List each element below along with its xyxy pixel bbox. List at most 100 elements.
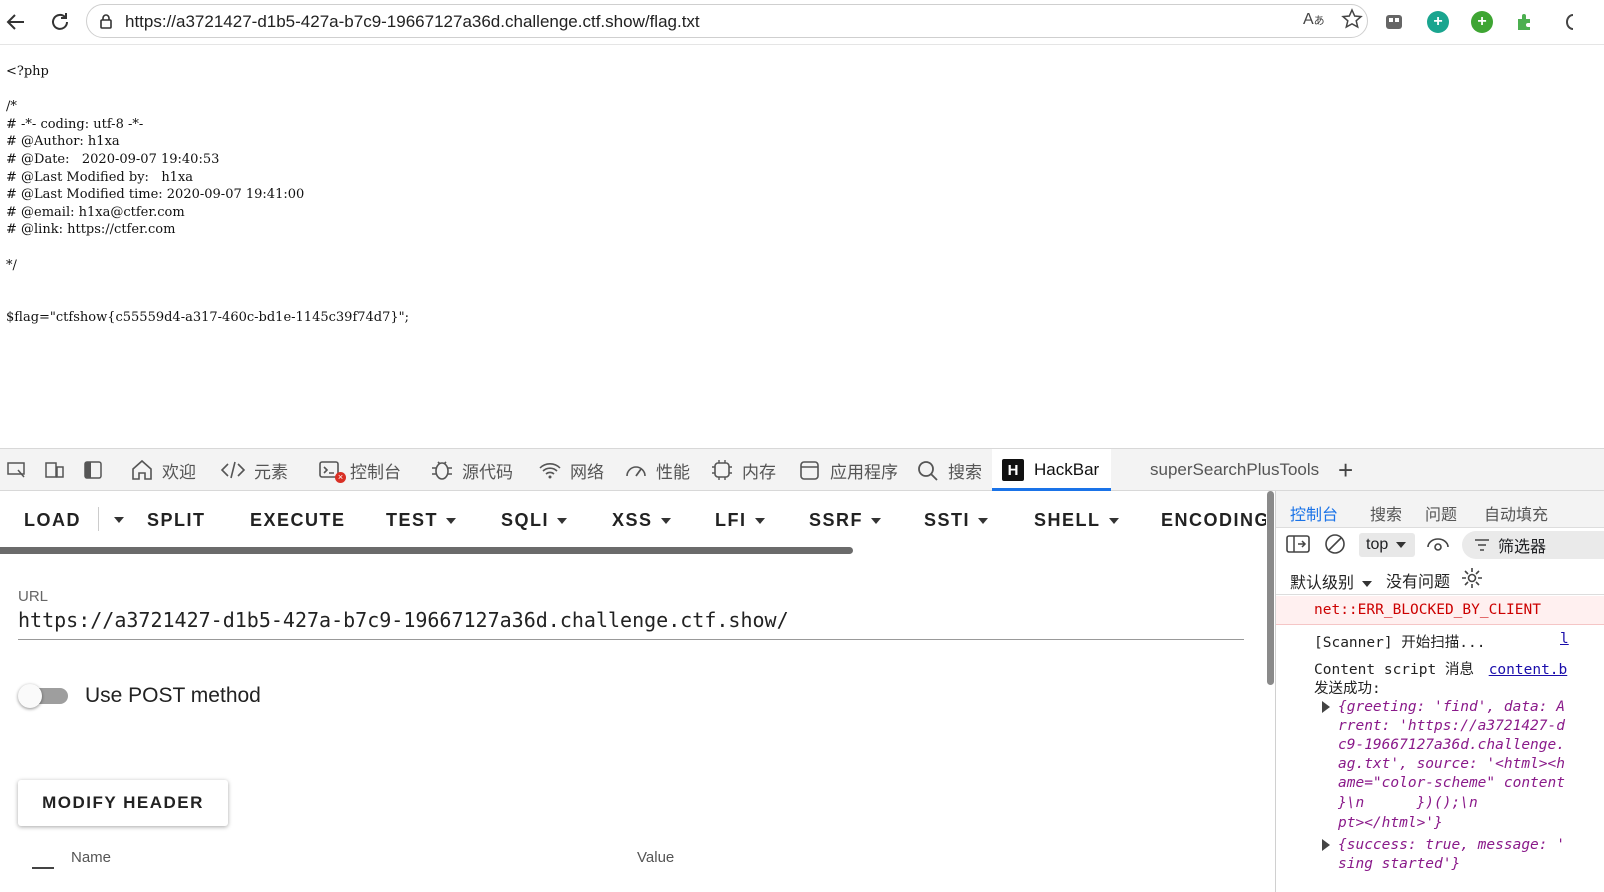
console-settings-gear-icon[interactable] [1460, 566, 1484, 595]
wifi-icon [539, 463, 561, 479]
tab-application[interactable]: 应用程序 [798, 449, 898, 491]
vertical-scrollbar[interactable] [1266, 491, 1275, 892]
encoding-menu[interactable]: ENCODING [1161, 510, 1266, 531]
drawer-tab-search[interactable]: 搜索 [1370, 501, 1402, 525]
page-text-line: # @link: https://ctfer.com [6, 222, 176, 238]
add-tab-button[interactable]: + [1338, 449, 1353, 491]
horizontal-scrollbar[interactable] [0, 547, 853, 554]
ssrf-menu[interactable]: SSRF [809, 510, 882, 531]
more-icon[interactable] [1558, 11, 1580, 33]
page-text-line [6, 274, 409, 292]
extension-puzzle-icon[interactable] [1514, 11, 1536, 33]
header-name-column: Name [71, 849, 112, 866]
drawer-tab-issues[interactable]: 问题 [1425, 501, 1457, 525]
reload-icon[interactable] [48, 10, 72, 34]
source-link[interactable]: content.b [1489, 662, 1568, 678]
source-link[interactable]: l [1560, 631, 1569, 647]
filter-input[interactable]: 筛选器 [1462, 531, 1604, 559]
page-text-line [6, 81, 409, 99]
console-toolbar-2: 默认级别 没有问题 [1276, 562, 1604, 595]
log-level-select[interactable]: 默认级别 [1290, 569, 1373, 593]
inspect-element-icon[interactable] [6, 449, 36, 491]
chevron-down-icon [1396, 542, 1407, 548]
chevron-down-icon [978, 518, 989, 525]
tab-console[interactable]: × 控制台 [318, 449, 401, 491]
tab-search[interactable]: 搜索 [916, 449, 982, 491]
site-info-icon[interactable] [98, 13, 114, 34]
post-method-toggle[interactable] [18, 683, 70, 709]
favorite-star-icon[interactable] [1341, 8, 1363, 35]
page-text-line: # @Last Modified by: h1xa [6, 169, 194, 185]
menu-divider [98, 507, 99, 531]
device-toolbar-icon[interactable] [44, 449, 74, 491]
page-text-line: */ [6, 257, 17, 273]
expand-triangle-icon[interactable] [1322, 701, 1330, 713]
split-button[interactable]: SPLIT [147, 510, 206, 531]
lfi-menu[interactable]: LFI [715, 510, 765, 531]
address-url[interactable]: https://a3721427-d1b5-427a-b7c9-19667127… [125, 12, 700, 32]
console-object-line[interactable]: {greeting: 'find', data: A [1276, 699, 1604, 715]
load-dropdown-button[interactable] [106, 511, 124, 529]
page-content: <?php /* # -*- coding: utf-8 -*- # @Author… [0, 45, 1604, 448]
expand-triangle-icon[interactable] [1322, 839, 1330, 851]
console-object-line[interactable]: {success: true, message: ' [1276, 837, 1604, 853]
console-log-line: [Scanner] 开始扫描... l [1314, 631, 1569, 651]
execute-button[interactable]: EXECUTE [250, 510, 346, 531]
page-text-line: # @email: h1xa@ctfer.com [6, 204, 185, 220]
dock-side-icon[interactable] [82, 449, 112, 491]
collections-icon[interactable] [1382, 10, 1406, 34]
tab-elements[interactable]: 元素 [220, 449, 288, 491]
console-drawer-tabs: 控制台 搜索 问题 自动填充 [1276, 491, 1604, 528]
sidebar-toggle-icon[interactable] [1286, 534, 1310, 559]
drawer-tab-autofill[interactable]: 自动填充 [1484, 501, 1548, 525]
context-select[interactable]: top [1359, 533, 1415, 557]
tab-memory[interactable]: 内存 [710, 449, 776, 491]
extension-plus-green-icon[interactable]: + [1471, 11, 1493, 33]
page-text-line: /* [6, 99, 17, 115]
chevron-down-icon [660, 518, 671, 525]
tab-sources[interactable]: 源代码 [430, 449, 513, 491]
address-bar[interactable]: https://a3721427-d1b5-427a-b7c9-19667127… [86, 4, 1368, 38]
back-icon[interactable] [4, 10, 28, 34]
extension-plus-teal-icon[interactable]: + [1427, 11, 1449, 33]
gauge-icon [626, 466, 646, 477]
drawer-tab-console[interactable]: 控制台 [1290, 501, 1338, 525]
console-drawer: 控制台 搜索 问题 自动填充 top 筛选器 默认级别 没有问题 net::ER… [1275, 491, 1604, 892]
url-input[interactable]: https://a3721427-d1b5-427a-b7c9-19667127… [18, 608, 789, 632]
tab-welcome[interactable]: 欢迎 [130, 449, 196, 491]
issues-count[interactable]: 没有问题 [1386, 568, 1450, 592]
devtools-tab-strip: 欢迎 元素 × 控制台 源代码 网络 性能 内存 应用程序 搜索 H HackB… [0, 448, 1604, 491]
hackbar-logo-icon: H [1002, 459, 1024, 481]
flag-file-text: <?php /* # -*- coding: utf-8 -*- # @Author… [6, 63, 409, 327]
xss-menu[interactable]: XSS [612, 510, 671, 531]
url-label: URL [18, 588, 49, 605]
page-text-line: # @Date: 2020-09-07 19:40:53 [6, 151, 220, 167]
test-menu[interactable]: TEST [386, 510, 457, 531]
shell-menu[interactable]: SHELL [1034, 510, 1119, 531]
chevron-down-icon [871, 518, 882, 525]
filter-icon [1475, 539, 1489, 551]
chevron-down-icon [1362, 580, 1373, 587]
clear-console-icon[interactable] [1324, 533, 1346, 560]
tab-supersearchplustools[interactable]: superSearchPlusTools [1150, 449, 1319, 491]
post-method-label: Use POST method [85, 684, 261, 707]
hackbar-menu: LOAD SPLIT EXECUTE TEST SQLI XSS LFI SSR… [0, 491, 1266, 547]
page-text-line [6, 292, 409, 310]
console-log-line: 发送成功: [1314, 681, 1381, 697]
modify-header-button[interactable]: MODIFY HEADER [18, 780, 228, 826]
translate-icon[interactable]: Aあ [1303, 11, 1325, 29]
memory-chip-icon [712, 460, 732, 480]
tab-hackbar[interactable]: H HackBar [992, 449, 1112, 491]
sqli-menu[interactable]: SQLI [501, 510, 568, 531]
page-text-line [6, 239, 409, 257]
live-expression-eye-icon[interactable] [1426, 535, 1450, 560]
ssti-menu[interactable]: SSTI [924, 510, 989, 531]
tab-performance[interactable]: 性能 [624, 449, 690, 491]
console-log-line: Content script 消息 content.b [1314, 662, 1568, 678]
tab-network[interactable]: 网络 [538, 449, 604, 491]
load-button[interactable]: LOAD [24, 510, 81, 531]
header-checkbox[interactable] [32, 867, 54, 869]
chevron-down-icon [1108, 518, 1119, 525]
chevron-down-icon [754, 518, 765, 525]
page-text-line: # @Author: h1xa [6, 134, 120, 150]
